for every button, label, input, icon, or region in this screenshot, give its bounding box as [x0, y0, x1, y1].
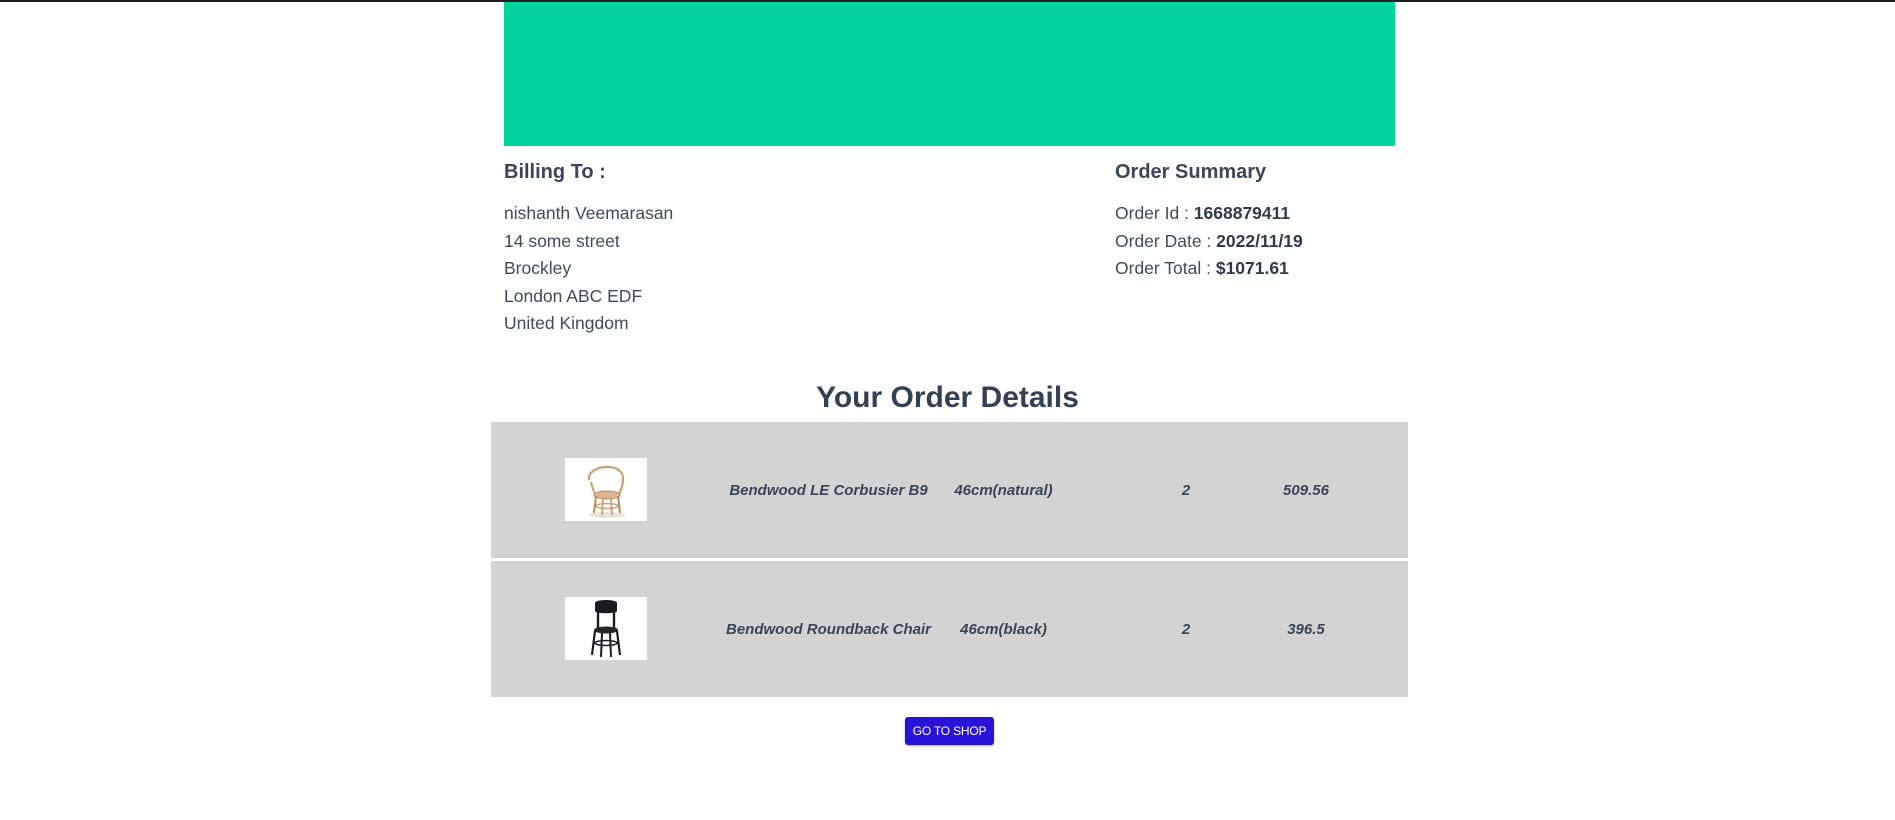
- billing-city: London ABC EDF: [504, 285, 643, 306]
- item-name: Bendwood Roundback Chair: [725, 620, 931, 638]
- billing-country: United Kingdom: [504, 313, 629, 333]
- order-id-label: Order Id :: [1115, 203, 1194, 223]
- order-summary-section: Order Summary Order Id : 1668879411 Orde…: [1115, 158, 1415, 283]
- product-image-natural-chair: [565, 458, 647, 521]
- item-size: 46cm(black): [960, 620, 1047, 638]
- billing-section: Billing To : nishanth Veemarasan 14 some…: [504, 158, 904, 338]
- billing-area: Brockley: [504, 258, 572, 278]
- order-summary-title: Order Summary: [1115, 161, 1267, 183]
- order-details-title: Your Order Details: [816, 381, 1079, 414]
- item-size: 46cm(natural): [954, 481, 1053, 499]
- order-total-value: $1071.61: [1215, 258, 1289, 278]
- order-date-line: Order Date : 2022/11/19: [1115, 228, 1415, 256]
- order-date-label: Order Date :: [1115, 230, 1217, 251]
- order-id-value: 1668879411: [1193, 203, 1291, 223]
- order-id-line: Order Id : 1668879411: [1115, 200, 1415, 228]
- item-price: 509.56: [1283, 481, 1329, 499]
- item-quantity: 2: [1181, 481, 1191, 499]
- product-image-black-chair: [565, 597, 647, 660]
- item-price: 396.5: [1287, 620, 1325, 638]
- item-quantity: 2: [1181, 620, 1191, 638]
- item-name: Bendwood LE Corbusier B9: [729, 481, 928, 499]
- billing-street: 14 some street: [504, 230, 620, 251]
- order-date-value: 2022/11/19: [1216, 230, 1303, 251]
- order-item-row: Bendwood Roundback Chair 46cm(black) 2 3…: [491, 561, 1408, 697]
- header-banner: [504, 2, 1395, 146]
- order-item-row: Bendwood LE Corbusier B9 46cm(natural) 2…: [491, 422, 1408, 558]
- order-total-line: Order Total : $1071.61: [1115, 255, 1415, 283]
- order-total-label: Order Total :: [1115, 258, 1216, 278]
- go-to-shop-button[interactable]: GO TO SHOP: [905, 717, 994, 745]
- billing-name: nishanth Veemarasan: [504, 203, 674, 223]
- billing-title: Billing To :: [504, 161, 606, 183]
